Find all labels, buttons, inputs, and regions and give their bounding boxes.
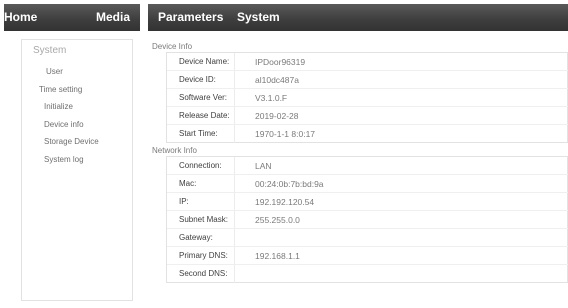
device-info-row: Device Name: IPDoor96319: [167, 53, 568, 71]
row-divider: [234, 89, 235, 107]
network-info-row: Mac: 00:24:0b:7b:bd:9a: [167, 175, 568, 193]
row-divider: [234, 53, 235, 71]
row-key: Connection:: [179, 161, 222, 170]
row-value: IPDoor96319: [255, 57, 306, 67]
row-value: 00:24:0b:7b:bd:9a: [255, 179, 324, 189]
network-info-row: Connection: LAN: [167, 157, 568, 175]
nav-system[interactable]: System: [237, 4, 280, 31]
row-value: 2019-02-28: [255, 111, 299, 121]
network-info-row: IP: 192.192.120.54: [167, 193, 568, 211]
device-info-row: Start Time: 1970-1-1 8:0:17: [167, 125, 568, 143]
row-divider: [234, 107, 235, 125]
sidebar-item-storage-device[interactable]: Storage Device: [44, 137, 99, 146]
row-key: Gateway:: [179, 233, 213, 242]
row-divider: [234, 175, 235, 193]
nav-parameters[interactable]: Parameters: [158, 4, 223, 31]
sidebar-item-user[interactable]: User: [46, 67, 63, 76]
row-key: IP:: [179, 197, 189, 206]
nav-media[interactable]: Media: [96, 4, 130, 31]
row-value: al10dc487a: [255, 75, 299, 85]
device-info-panel: Device Name: IPDoor96319 Device ID: al10…: [166, 52, 568, 143]
row-key: Software Ver:: [179, 93, 228, 102]
row-divider: [234, 157, 235, 175]
row-value: 192.192.120.54: [255, 197, 315, 207]
top-nav-bar: Home Media Parameters System: [0, 4, 568, 31]
sidebar-title: System: [33, 45, 67, 56]
row-value: 255.255.0.0: [255, 215, 300, 225]
device-info-title: Device Info: [152, 42, 193, 51]
network-info-row: Primary DNS: 192.168.1.1: [167, 247, 568, 265]
sidebar-item-initialize[interactable]: Initialize: [44, 102, 73, 111]
row-key: Device Name:: [179, 57, 230, 66]
row-key: Primary DNS:: [179, 251, 228, 260]
device-info-row: Software Ver: V3.1.0.F: [167, 89, 568, 107]
row-divider: [234, 71, 235, 89]
row-value: LAN: [255, 161, 272, 171]
network-info-row: Subnet Mask: 255.255.0.0: [167, 211, 568, 229]
row-value: V3.1.0.F: [255, 93, 288, 103]
row-value: 1970-1-1 8:0:17: [255, 129, 316, 139]
row-divider: [234, 193, 235, 211]
row-divider: [234, 247, 235, 265]
network-info-panel: Connection: LAN Mac: 00:24:0b:7b:bd:9a I…: [166, 156, 568, 283]
network-info-row: Gateway:: [167, 229, 568, 247]
sidebar-item-time-setting[interactable]: Time setting: [39, 85, 82, 94]
row-divider: [234, 229, 235, 247]
network-info-title: Network Info: [152, 146, 197, 155]
row-divider: [234, 265, 235, 283]
sidebar: System User Time setting Initialize Devi…: [21, 39, 133, 301]
row-key: Second DNS:: [179, 269, 228, 278]
network-info-row: Second DNS:: [167, 265, 568, 283]
row-key: Mac:: [179, 179, 197, 188]
device-info-row: Device ID: al10dc487a: [167, 71, 568, 89]
sidebar-item-device-info[interactable]: Device info: [44, 120, 84, 129]
row-divider: [234, 211, 235, 229]
device-info-row: Release Date: 2019-02-28: [167, 107, 568, 125]
row-value: 192.168.1.1: [255, 251, 300, 261]
row-key: Release Date:: [179, 111, 230, 120]
row-key: Subnet Mask:: [179, 215, 228, 224]
nav-divider: [140, 4, 148, 31]
row-key: Device ID:: [179, 75, 216, 84]
nav-home[interactable]: Home: [4, 4, 37, 31]
sidebar-item-system-log[interactable]: System log: [44, 155, 84, 164]
row-divider: [234, 125, 235, 143]
row-key: Start Time:: [179, 129, 218, 138]
